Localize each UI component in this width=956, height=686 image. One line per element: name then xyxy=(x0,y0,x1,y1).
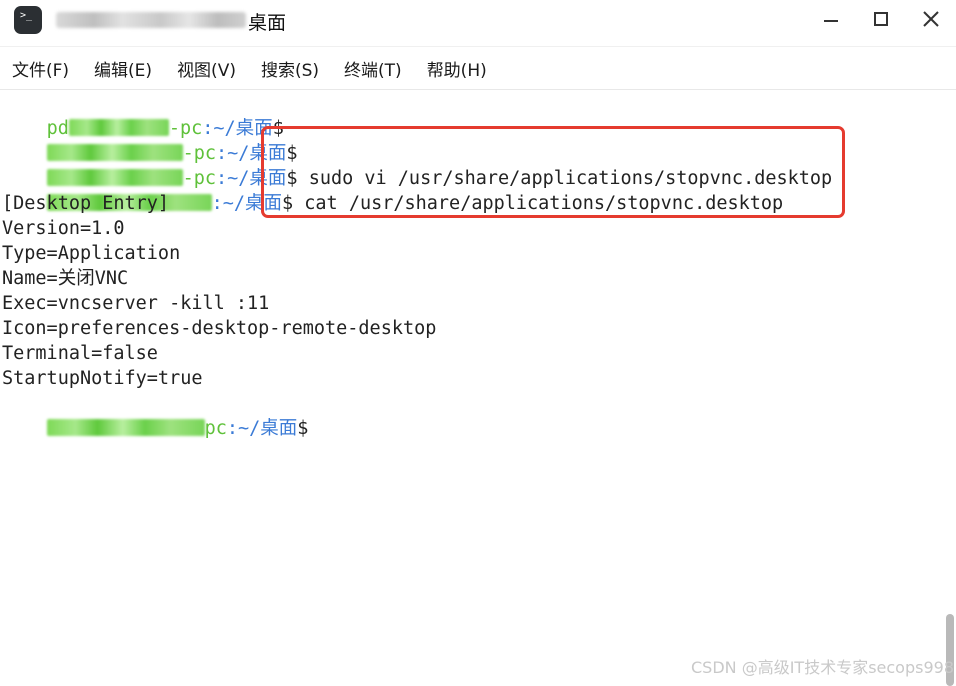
terminal-app-icon: >_ xyxy=(14,6,42,34)
output-line: Name=关闭VNC xyxy=(2,268,129,289)
menu-help[interactable]: 帮助(H) xyxy=(427,56,487,81)
watermark: CSDN @高级IT技术专家secops998 xyxy=(691,658,954,677)
close-icon xyxy=(923,11,939,27)
prompt-line: pd -pc:~/桌面$ xyxy=(2,91,284,139)
redacted-username xyxy=(46,419,205,436)
output-line: Terminal=false xyxy=(2,343,158,364)
prompt-line: pc:~/桌面$ xyxy=(2,391,308,439)
menu-edit[interactable]: 编辑(E) xyxy=(94,56,152,81)
close-button[interactable] xyxy=(916,6,946,32)
maximize-button[interactable] xyxy=(866,6,896,32)
output-line: StartupNotify=true xyxy=(2,368,203,389)
maximize-icon xyxy=(874,12,888,26)
prompt-host: pc xyxy=(204,418,227,439)
window-title-redacted xyxy=(56,12,246,28)
prompt-symbol: $ xyxy=(297,418,309,439)
menu-terminal[interactable]: 终端(T) xyxy=(344,56,402,81)
menu-bar: 文件(F) 编辑(E) 视图(V) 搜索(S) 终端(T) 帮助(H) xyxy=(0,47,956,90)
menu-search[interactable]: 搜索(S) xyxy=(261,56,319,81)
output-line: Version=1.0 xyxy=(2,218,125,239)
output-line: Type=Application xyxy=(2,243,181,264)
output-line: Icon=preferences-desktop-remote-desktop xyxy=(2,318,437,339)
minimize-icon xyxy=(824,20,838,22)
output-line: Exec=vncserver -kill :11 xyxy=(2,293,270,314)
title-bar: >_ 桌面 xyxy=(0,0,956,47)
output-line: [Desktop Entry] xyxy=(2,193,170,214)
menu-view[interactable]: 视图(V) xyxy=(177,56,236,81)
menu-file[interactable]: 文件(F) xyxy=(12,56,69,81)
prompt-line: -pc:~/桌面$ xyxy=(2,116,298,164)
highlight-box xyxy=(261,126,845,218)
prompt-path: :~/桌面 xyxy=(226,418,298,439)
window-title: 桌面 xyxy=(248,12,287,34)
minimize-button[interactable] xyxy=(816,6,846,32)
